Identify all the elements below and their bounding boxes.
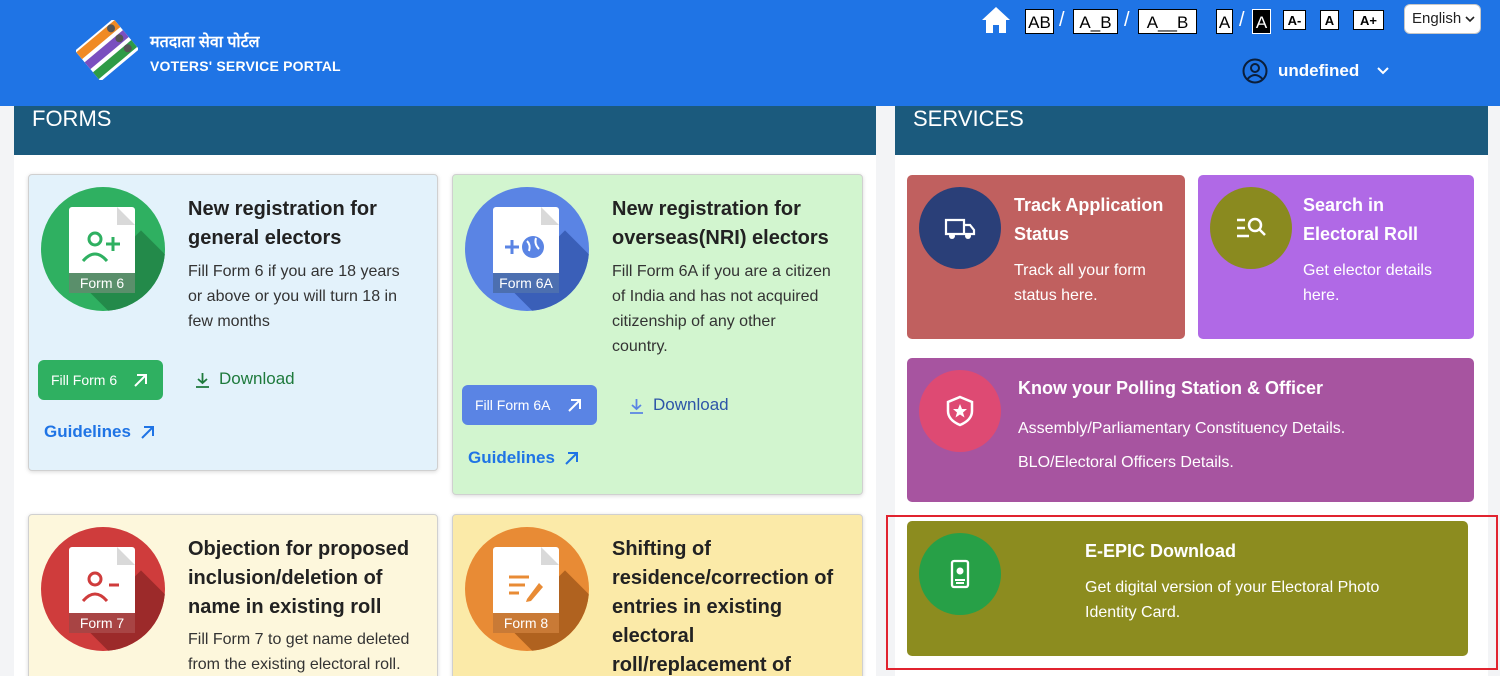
shield-star-icon [919,370,1001,452]
form7-icon: Form 7 [41,527,165,651]
form6-card: Form 6 New registration for general elec… [28,174,438,471]
brand-title-english: VOTERS' SERVICE PORTAL [150,58,341,74]
form6a-icon: Form 6A [465,187,589,311]
service-title: Know your Polling Station & Officer [1018,378,1324,398]
chevron-down-icon [1465,16,1475,23]
service-description: Get elector details here. [1303,262,1432,304]
highlight-box [886,515,1498,670]
polling-station-card[interactable]: Know your Polling Station & Officer Asse… [907,358,1474,502]
form6a-card: Form 6A New registration for overseas(NR… [452,174,863,495]
user-account-icon [1242,58,1268,84]
download-form6a-link[interactable]: Download [629,395,729,415]
guidelines-form6a-link[interactable]: Guidelines [468,448,578,468]
language-select[interactable]: English [1404,4,1481,34]
form-description: Fill Form 6 if you are 18 years or above… [188,263,400,330]
chevron-down-icon [1377,67,1389,75]
arrow-up-right-icon [134,374,147,387]
services-panel-title: SERVICES [895,106,1488,155]
header-bar: मतदाता सेवा पोर्टल VOTERS' SERVICE PORTA… [0,0,1500,106]
form8-card: Form 8 Shifting of residence/correction … [452,514,863,676]
form-badge: Form 8 [493,613,559,633]
form-description: Fill Form 7 to get name deleted from the… [188,631,410,673]
separator: / [1239,9,1245,31]
form-title: New registration for overseas(NRI) elect… [612,198,829,249]
form-title: Objection for proposed inclusion/deletio… [188,538,410,618]
globe-add-icon [505,236,544,258]
language-label: English [1412,10,1462,27]
form-badge: Form 6 [69,273,135,293]
search-electoral-roll-card[interactable]: Search in Electoral Roll Get elector det… [1198,175,1474,339]
form6-icon: Form 6 [41,187,165,311]
service-title: Search in Electoral Roll [1303,195,1419,244]
fill-form6a-button[interactable]: Fill Form 6A [462,385,597,425]
arrow-up-right-icon [141,426,154,439]
form-title: New registration for general electors [188,198,377,249]
contrast-high-button[interactable]: A [1252,9,1271,34]
search-list-icon [1210,187,1292,269]
arrow-up-right-icon [568,399,581,412]
brand-title-hindi: मतदाता सेवा पोर्टल [150,34,260,51]
user-name: undefined [1278,61,1360,80]
spacing-wide-button[interactable]: A__B [1138,9,1197,34]
fill-form6-button[interactable]: Fill Form 6 [38,360,163,400]
form7-card: Form 7 Objection for proposed inclusion/… [28,514,438,676]
contrast-normal-button[interactable]: A [1216,9,1233,34]
service-title: Track Application Status [1014,195,1164,244]
add-user-icon [81,231,120,263]
home-icon[interactable] [980,5,1012,35]
truck-icon [919,187,1001,269]
edit-document-icon [509,575,543,602]
arrow-up-right-icon [565,452,578,465]
download-form6-link[interactable]: Download [195,369,295,389]
track-application-card[interactable]: Track Application Status Track all your … [907,175,1185,339]
font-decrease-button[interactable]: A- [1283,10,1306,30]
form-badge: Form 7 [69,613,135,633]
font-increase-button[interactable]: A+ [1353,10,1384,30]
guidelines-form6-link[interactable]: Guidelines [44,422,154,442]
spacing-medium-button[interactable]: A_B [1073,9,1118,34]
form8-icon: Form 8 [465,527,589,651]
separator: / [1124,9,1130,31]
forms-panel-title: FORMS [14,106,876,155]
service-description: Track all your form status here. [1014,262,1146,304]
download-icon [196,373,209,388]
eci-logo-icon [76,20,138,80]
form-description: Fill Form 6A if you are a citizen of Ind… [612,263,831,355]
separator: / [1059,9,1065,31]
form-title: Shifting of residence/correction of entr… [612,538,834,676]
form-badge: Form 6A [493,273,559,293]
download-icon [630,399,643,414]
service-description: Assembly/Parliamentary Constituency Deta… [1018,420,1346,471]
remove-user-icon [81,571,119,603]
spacing-normal-button[interactable]: AB [1025,9,1054,34]
font-normal-button[interactable]: A [1320,10,1339,30]
